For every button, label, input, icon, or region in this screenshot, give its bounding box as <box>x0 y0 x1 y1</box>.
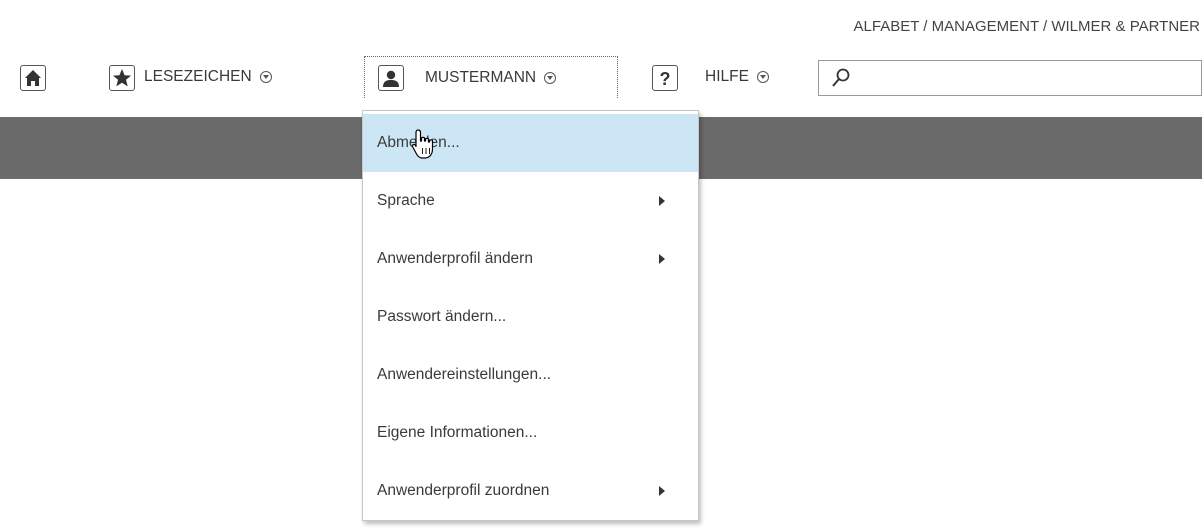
search-input[interactable] <box>818 60 1202 96</box>
user-button[interactable] <box>378 65 404 91</box>
home-button[interactable] <box>20 65 46 91</box>
help-label: HILFE <box>705 68 749 85</box>
chevron-right-icon <box>659 196 665 206</box>
hand-cursor-icon <box>411 129 434 159</box>
chevron-right-icon <box>659 254 665 264</box>
user-menu-label-wrap: MUSTERMANN <box>425 57 557 99</box>
user-menu[interactable]: MUSTERMANN <box>364 56 618 98</box>
breadcrumb: ALFABET / MANAGEMENT / WILMER & PARTNER <box>853 18 1200 35</box>
chevron-down-icon <box>544 72 557 84</box>
svg-text:?: ? <box>660 69 671 89</box>
menu-item-eigene-informationen[interactable]: Eigene Informationen... <box>363 404 698 462</box>
menu-item-label: Anwendereinstellungen... <box>377 366 552 383</box>
search-icon <box>832 68 850 87</box>
question-icon: ? <box>660 69 671 89</box>
user-label: MUSTERMANN <box>425 69 537 86</box>
user-dropdown-menu: Abmelden... Sprache Anwenderprofil änder… <box>362 110 699 521</box>
home-icon <box>25 70 41 86</box>
menu-item-sprache[interactable]: Sprache <box>363 172 698 230</box>
bookmarks-menu[interactable]: LESEZEICHEN <box>144 56 272 98</box>
help-menu[interactable]: HILFE <box>705 56 769 98</box>
user-icon <box>383 70 399 87</box>
menu-item-label: Eigene Informationen... <box>377 424 538 441</box>
help-button[interactable]: ? <box>652 65 678 91</box>
menu-item-label: Anwenderprofil ändern <box>377 250 533 267</box>
chevron-down-icon <box>259 71 272 83</box>
chevron-down-icon <box>756 71 769 83</box>
toolbar: LESEZEICHEN MUSTERMANN ? HILFE <box>0 56 1202 98</box>
bookmarks-button[interactable] <box>109 65 135 91</box>
menu-item-passwort-aendern[interactable]: Passwort ändern... <box>363 288 698 346</box>
menu-item-label: Passwort ändern... <box>377 308 507 325</box>
star-icon <box>113 69 131 87</box>
menu-item-label: Sprache <box>377 192 435 209</box>
chevron-right-icon <box>659 486 665 496</box>
menu-item-anwenderprofil-aendern[interactable]: Anwenderprofil ändern <box>363 230 698 288</box>
bookmarks-label: LESEZEICHEN <box>144 68 252 85</box>
menu-item-anwendereinstellungen[interactable]: Anwendereinstellungen... <box>363 346 698 404</box>
menu-item-anwenderprofil-zuordnen[interactable]: Anwenderprofil zuordnen <box>363 462 698 520</box>
menu-item-label: Anwenderprofil zuordnen <box>377 482 550 499</box>
